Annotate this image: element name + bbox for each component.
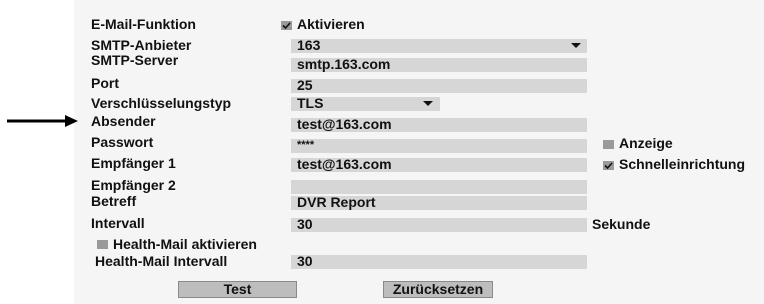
interval-input[interactable] [291,218,587,232]
show-password-label: Anzeige [619,135,673,151]
interval-unit-label: Sekunde [592,216,651,232]
subject-value: DVR Report [297,194,376,210]
smtp-server-value: smtp.163.com [297,56,391,72]
sender-value: test@163.com [297,116,392,132]
health-mail-interval-value: 30 [297,253,313,269]
interval-label: Intervall [91,215,145,231]
quick-setup-checkbox[interactable] [603,161,614,170]
password-input[interactable] [291,139,587,153]
encryption-label: Verschlüsselungstyp [91,95,232,111]
test-button[interactable]: Test [178,281,297,298]
encryption-value: TLS [297,95,324,111]
quick-setup-label: Schnelleinrichtung [619,156,746,172]
activate-checkbox[interactable] [281,21,292,30]
health-mail-checkbox[interactable] [97,240,108,249]
recipient1-value: test@163.com [297,156,392,172]
smtp-server-label: SMTP-Server [91,52,179,68]
port-label: Port [91,75,119,91]
recipient1-label: Empfänger 1 [91,155,176,171]
password-label: Passwort [91,134,154,150]
sender-label: Absender [91,113,156,129]
email-function-label: E-Mail-Funktion [91,16,196,32]
chevron-down-icon [423,101,433,106]
smtp-provider-value: 163 [297,37,321,53]
activate-label: Aktivieren [297,16,365,32]
recipient2-label: Empfänger 2 [91,177,176,193]
password-value: **** [297,139,315,151]
show-password-checkbox[interactable] [603,140,614,149]
port-value: 25 [297,77,313,93]
checkmark-icon [282,22,291,29]
reset-button[interactable]: Zurücksetzen [383,281,493,298]
health-mail-interval-input[interactable] [291,255,587,269]
interval-value: 30 [297,216,313,232]
smtp-provider-select[interactable] [291,39,587,53]
chevron-down-icon [571,43,581,48]
subject-label: Betreff [91,193,137,209]
checkmark-icon [604,162,613,169]
pointer-arrow-icon [7,115,78,127]
recipient2-input[interactable] [291,180,587,194]
health-mail-interval-label: Health-Mail Intervall [95,253,228,269]
port-input[interactable] [291,79,587,93]
health-mail-enable-label: Health-Mail aktivieren [113,236,257,252]
